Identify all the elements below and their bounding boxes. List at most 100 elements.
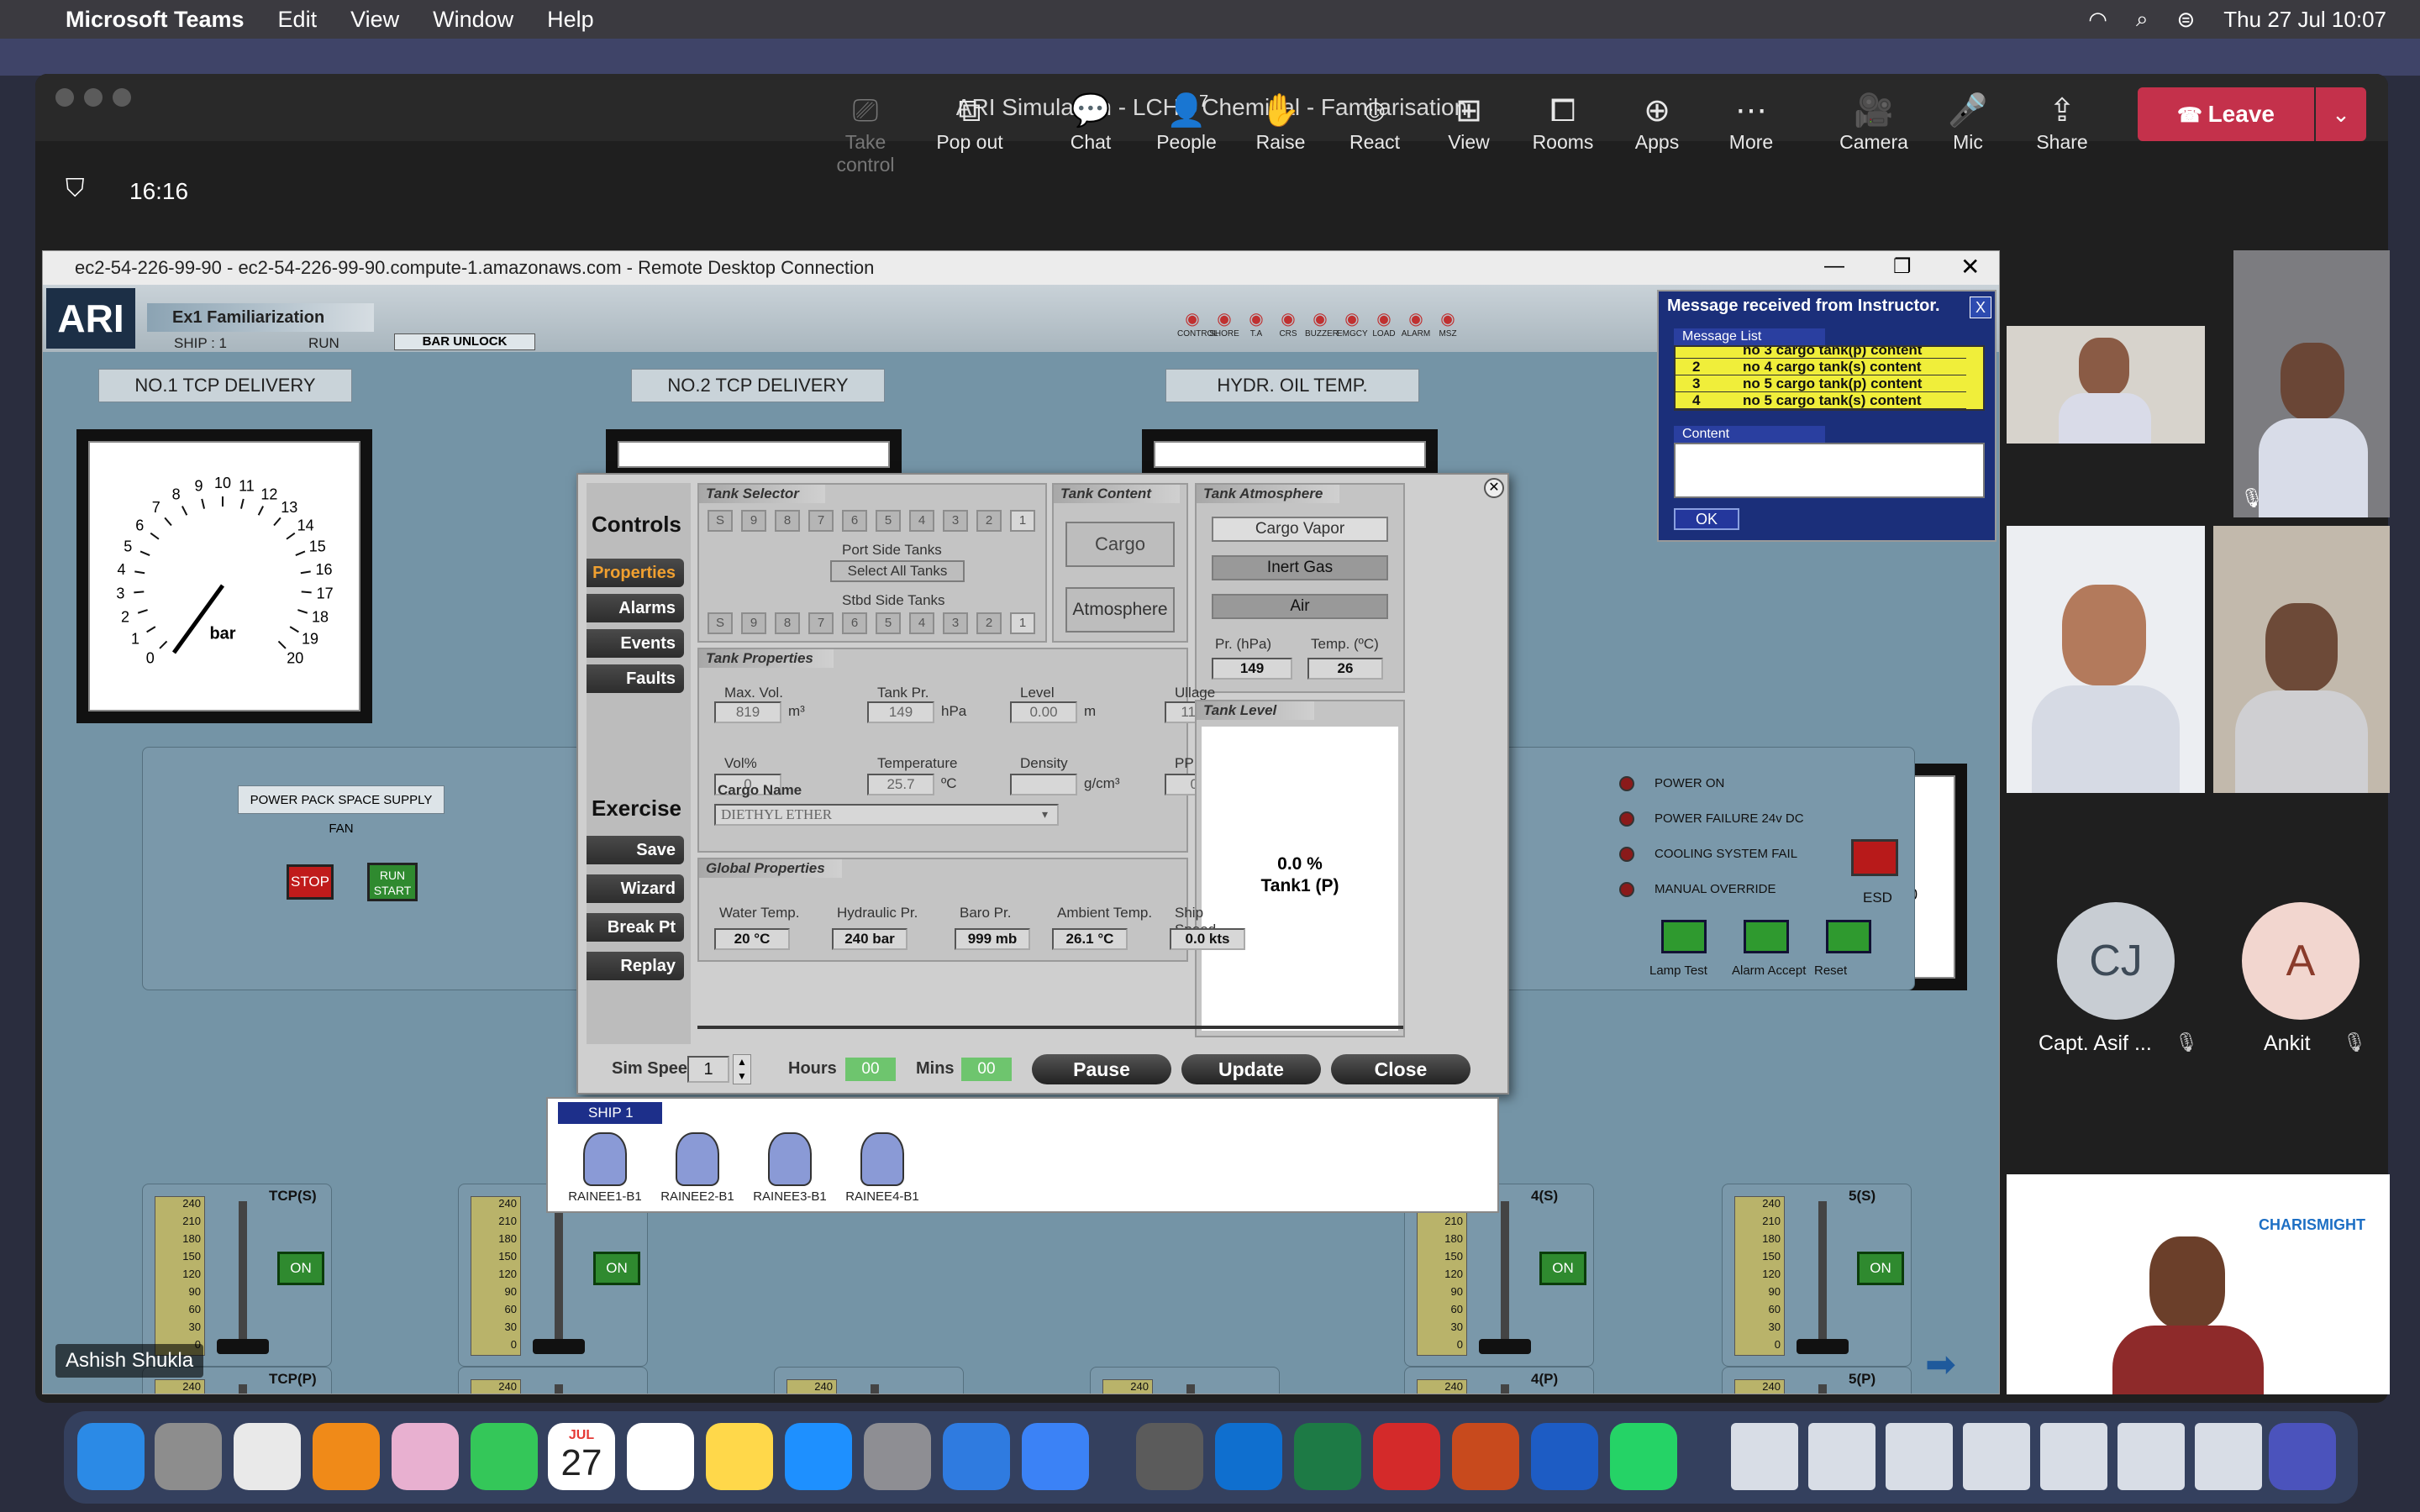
update-button[interactable]: Update <box>1181 1054 1321 1084</box>
sidebar-break-pt[interactable]: Break Pt <box>587 913 684 942</box>
participant-video-2[interactable]: 🎙 <box>2233 250 2390 517</box>
header-icon-ta[interactable]: ◉ T.A <box>1241 308 1271 339</box>
tank-number-button[interactable]: 7 <box>808 510 834 532</box>
photos-icon[interactable] <box>392 1423 459 1490</box>
valve-handle[interactable] <box>1479 1339 1531 1354</box>
rdc-close-button[interactable]: ✕ <box>1960 253 1980 281</box>
esd-button[interactable] <box>1851 839 1898 876</box>
message-row[interactable]: 4 no 5 cargo tank(s) content <box>1676 392 1966 409</box>
trash-icon[interactable] <box>2269 1423 2336 1490</box>
recent-window-thumbnail[interactable] <box>1808 1423 1876 1490</box>
trainee-avatar-icon[interactable] <box>860 1132 904 1186</box>
header-icon-msz[interactable]: ◉ MSZ <box>1433 308 1463 339</box>
recent-window-thumbnail[interactable] <box>1886 1423 1953 1490</box>
valve-handle[interactable] <box>217 1339 269 1354</box>
search-icon[interactable]: ⌕ <box>2136 6 2149 33</box>
word-icon[interactable] <box>1452 1423 1519 1490</box>
air-button[interactable]: Air <box>1212 594 1388 619</box>
header-icon-shore[interactable]: ◉ SHORE <box>1209 308 1239 339</box>
trainee-avatar-icon[interactable] <box>583 1132 627 1186</box>
sidebar-save[interactable]: Save <box>587 836 684 864</box>
recent-window-thumbnail[interactable] <box>1963 1423 2030 1490</box>
valve-handle[interactable] <box>1797 1339 1849 1354</box>
sidebar-alarms[interactable]: Alarms <box>587 594 684 622</box>
wifi-icon[interactable]: ◠ <box>2088 7 2107 33</box>
participant-video-5[interactable]: CHARISMIGHT <box>2007 1174 2390 1394</box>
settings-icon[interactable] <box>785 1423 852 1490</box>
tank-number-button[interactable]: 8 <box>775 510 800 532</box>
cargo-name-select[interactable]: DIETHYL ETHER <box>714 804 1059 826</box>
next-arrow-icon[interactable]: ➡ <box>1925 1343 1956 1386</box>
participant-video-1[interactable] <box>2007 326 2205 444</box>
leave-options-button[interactable]: ⌄ <box>2316 87 2366 141</box>
message-row[interactable]: no 3 cargo tank(p) content <box>1676 347 1966 359</box>
cargo-vapor-button[interactable]: Cargo Vapor <box>1212 517 1388 542</box>
powerpoint-icon[interactable] <box>1373 1423 1440 1490</box>
tasks-icon[interactable] <box>864 1423 931 1490</box>
header-icon-load[interactable]: ◉ LOAD <box>1369 308 1399 339</box>
message-content[interactable] <box>1674 443 1985 498</box>
tank-number-button[interactable]: 4 <box>909 612 934 634</box>
leave-button[interactable]: ☎ Leave <box>2138 87 2314 141</box>
atmosphere-button[interactable]: Atmosphere <box>1065 587 1175 633</box>
alarm-button[interactable] <box>1744 920 1789 953</box>
cargo-button[interactable]: Cargo <box>1065 522 1175 567</box>
on-button[interactable]: ON <box>277 1252 324 1285</box>
toolbar-share-button[interactable]: ⇪ Share <box>2016 91 2108 166</box>
ship-tab[interactable]: SHIP 1 <box>558 1102 662 1124</box>
sidebar-properties[interactable]: Properties <box>587 559 684 587</box>
valve-handle[interactable] <box>533 1339 585 1354</box>
menu-help[interactable]: Help <box>547 7 594 33</box>
recent-window-thumbnail[interactable] <box>2118 1423 2185 1490</box>
tank-number-button[interactable]: 5 <box>876 612 901 634</box>
select-all-tanks-button[interactable]: Select All Tanks <box>830 560 965 582</box>
toolbar-people-button[interactable]: 👤 People 7 <box>1140 91 1233 166</box>
tank-number-button[interactable]: 1 <box>1010 612 1035 634</box>
excel-icon[interactable] <box>1215 1423 1282 1490</box>
tank-number-button[interactable]: 9 <box>741 612 766 634</box>
recent-window-thumbnail[interactable] <box>2195 1423 2262 1490</box>
tank-number-button[interactable]: 9 <box>741 510 766 532</box>
sidebar-events[interactable]: Events <box>587 629 684 658</box>
tank-number-button[interactable]: 2 <box>976 510 1002 532</box>
sim-speed-stepper[interactable]: ▲ ▼ <box>733 1054 751 1084</box>
header-icon-buzzer[interactable]: ◉ BUZZER <box>1305 308 1339 339</box>
sim-speed-input[interactable]: 1 <box>687 1056 729 1083</box>
sidebar-replay[interactable]: Replay <box>587 952 684 980</box>
outlook-icon[interactable] <box>1136 1423 1203 1490</box>
teams-icon[interactable] <box>1610 1423 1677 1490</box>
toolbar-pop-out-button[interactable]: ⧉ Pop out <box>923 91 1016 166</box>
acrobat-icon[interactable] <box>1294 1423 1361 1490</box>
menu-window[interactable]: Window <box>433 7 513 33</box>
mins-input[interactable]: 00 <box>961 1058 1012 1081</box>
inert-gas-button[interactable]: Inert Gas <box>1212 555 1388 580</box>
hours-input[interactable]: 00 <box>845 1058 896 1081</box>
toolbar-mic-button[interactable]: 🎤 Mic <box>1922 91 2014 166</box>
menu-edit[interactable]: Edit <box>278 7 318 33</box>
message-row[interactable]: 3 no 5 cargo tank(p) content <box>1676 375 1966 392</box>
toolbar-camera-button[interactable]: 🎥 Camera <box>1828 91 1920 166</box>
tank-number-button[interactable]: S <box>708 510 733 532</box>
participant-avatar[interactable]: A <box>2242 902 2360 1020</box>
notes-icon[interactable] <box>627 1423 694 1490</box>
window-zoom-button[interactable] <box>113 88 131 107</box>
vlc-icon[interactable] <box>313 1423 380 1490</box>
menu-view[interactable]: View <box>350 7 399 33</box>
finder-icon[interactable] <box>77 1423 145 1490</box>
participant-avatar[interactable]: CJ <box>2057 902 2175 1020</box>
alarm-button[interactable] <box>1661 920 1707 953</box>
chevron-down-icon[interactable]: ▾ <box>1042 807 1048 822</box>
toolbar-react-button[interactable]: ☺ React <box>1328 91 1421 166</box>
tank-number-button[interactable]: 3 <box>943 510 968 532</box>
facetime-icon[interactable] <box>471 1423 538 1490</box>
calendar-dock-icon[interactable]: JUL 27 <box>548 1423 615 1490</box>
on-button[interactable]: ON <box>593 1252 640 1285</box>
stop-button[interactable]: STOP <box>287 864 334 900</box>
toolbar-apps-button[interactable]: ⊕ Apps <box>1611 91 1703 166</box>
message-close-icon[interactable]: X <box>1970 297 1991 318</box>
tank-number-button[interactable]: 4 <box>909 510 934 532</box>
tank-number-button[interactable]: S <box>708 612 733 634</box>
participant-video-3[interactable] <box>2007 526 2205 793</box>
trainee-avatar-icon[interactable] <box>676 1132 719 1186</box>
tank-number-button[interactable]: 6 <box>842 510 867 532</box>
